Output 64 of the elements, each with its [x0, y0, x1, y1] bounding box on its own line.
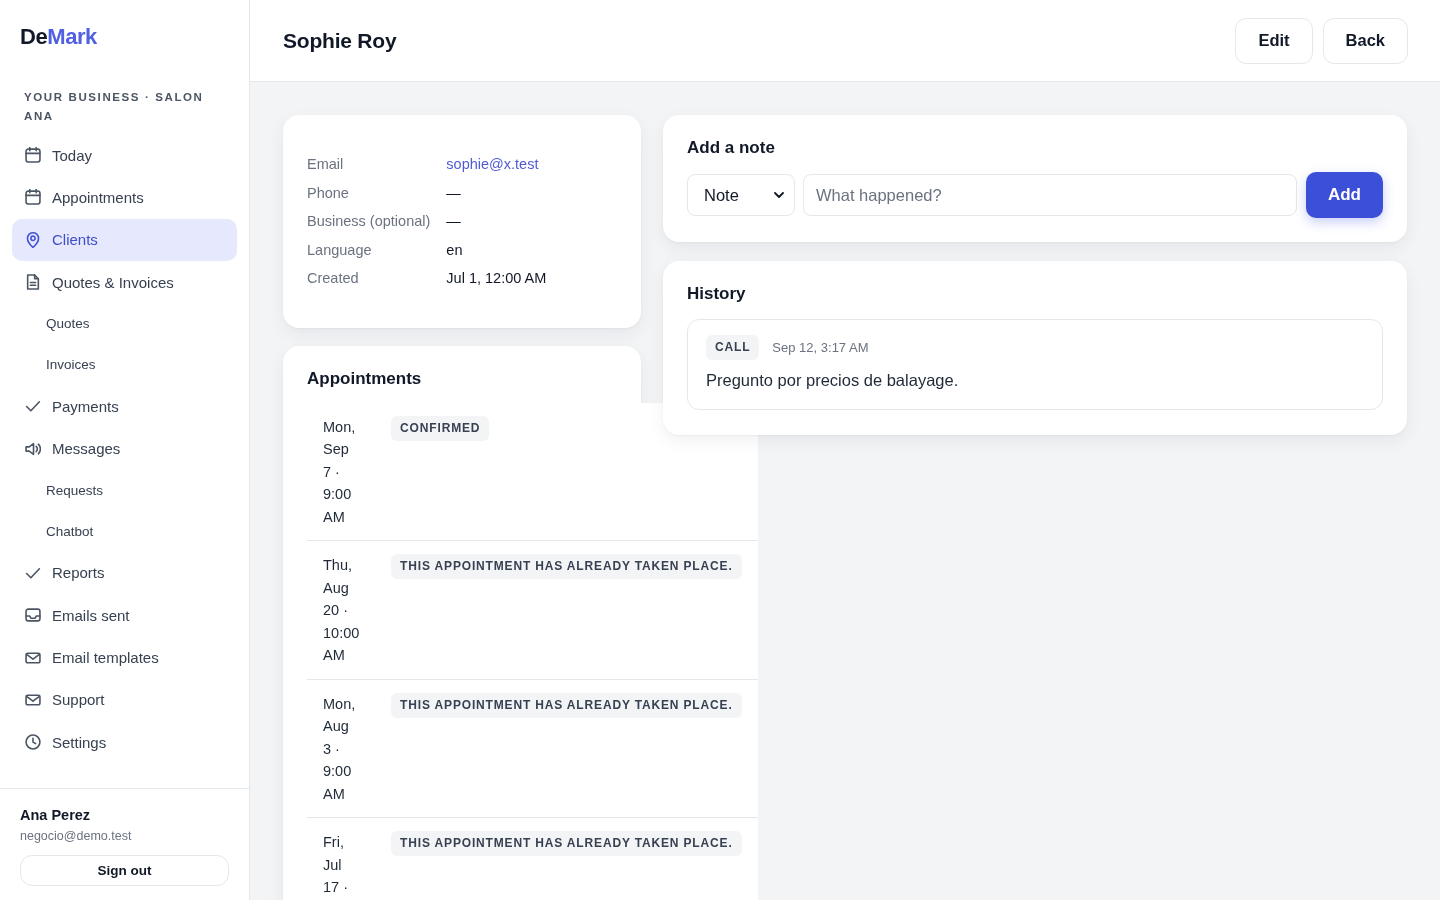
calendar-icon: [25, 147, 41, 164]
calendar-icon: [25, 189, 41, 206]
check-icon: [25, 398, 41, 415]
appointment-row[interactable]: Fri, Jul 17 · THIS APPOINTMENT HAS ALREADY TAKEN PLACE.: [307, 818, 758, 900]
nav-item[interactable]: Reports: [12, 551, 237, 595]
pin-icon: [25, 231, 41, 248]
field-label: Phone: [307, 183, 350, 203]
nav-item[interactable]: Payments: [12, 385, 237, 428]
status-badge: THIS APPOINTMENT HAS ALREADY TAKEN PLACE.: [391, 692, 742, 718]
add-button[interactable]: Add: [1305, 172, 1383, 218]
field-value: —: [446, 212, 461, 231]
sign-out-button[interactable]: Sign out: [20, 855, 229, 886]
nav-item[interactable]: Email templates: [12, 636, 237, 679]
clock-icon: [25, 734, 41, 751]
nav-subitem[interactable]: Invoices: [12, 344, 237, 386]
type-select[interactable]: Note: [687, 174, 795, 216]
field-label: Business (optional): [307, 212, 431, 231]
nav-item[interactable]: Appointments: [12, 176, 237, 219]
status-badge: THIS APPOINTMENT HAS ALREADY TAKEN PLACE.: [391, 831, 742, 856]
appointment-row[interactable]: Thu, Aug 20 · 10:00 AM THIS APPOINTMENT HAS ALREADY TAKEN PLACE.: [307, 541, 758, 680]
section-title: Appointments: [307, 367, 423, 390]
entry-text: Pregunto por precios de balayage.: [706, 370, 960, 391]
nav-item[interactable]: Quotes & Invoices: [12, 260, 237, 304]
document-icon: [25, 274, 41, 291]
nav-subitem[interactable]: Requests: [12, 469, 237, 511]
email-link[interactable]: sophie@x.test: [446, 150, 539, 179]
type-badge: CALL: [706, 335, 760, 360]
user-name: Ana Perez: [20, 806, 92, 825]
field-value: —: [446, 183, 461, 203]
nav-item[interactable]: Emails sent: [12, 594, 237, 637]
status-badge: THIS APPOINTMENT HAS ALREADY TAKEN PLACE.: [391, 554, 742, 579]
user-email: negocio@demo.test: [20, 828, 133, 844]
entry-time: Sep 12, 3:17 AM: [772, 340, 869, 355]
appointment-date: Thu, Aug 20 · 10:00 AM: [323, 556, 361, 665]
nav-subitem[interactable]: Chatbot: [12, 510, 237, 552]
field-label: Created: [307, 269, 360, 288]
edit-button[interactable]: Edit: [1235, 17, 1313, 64]
appointment-row[interactable]: Mon, Aug 3 · 9:00 AM THIS APPOINTMENT HAS ALREADY TAKEN PLACE.: [307, 679, 758, 818]
inbox-icon: [25, 607, 41, 624]
nav-item[interactable]: Settings: [12, 720, 237, 764]
business-name: YOUR BUSINESS · SALON ANA: [24, 90, 205, 124]
appointment-date: Mon, Sep 7 · 9:00 AM: [323, 417, 357, 527]
note-input[interactable]: What happened?: [803, 174, 1297, 216]
nav-item[interactable]: Messages: [12, 427, 237, 470]
nav-item[interactable]: Support: [12, 678, 237, 721]
field-label: Email: [307, 155, 345, 174]
field-value: en: [446, 240, 463, 260]
envelope-icon: [25, 649, 41, 666]
nav-item[interactable]: Clients: [12, 218, 237, 261]
appointment-date: Fri, Jul 17 ·: [323, 833, 349, 897]
nav-subitem[interactable]: Quotes: [12, 303, 237, 345]
speaker-icon: [25, 440, 41, 457]
nav-item[interactable]: Today: [12, 134, 237, 177]
back-button[interactable]: Back: [1322, 17, 1408, 64]
envelope-icon: [25, 691, 41, 708]
section-title: History: [687, 283, 747, 305]
caret-icon: [774, 192, 784, 198]
appointment-date: Mon, Aug 3 · 9:00 AM: [323, 694, 357, 804]
logo: DeMark: [20, 23, 97, 51]
page-title: Sophie Roy: [283, 28, 397, 53]
field-value: Jul 1, 12:00 AM: [446, 269, 547, 288]
status-badge: CONFIRMED: [391, 415, 490, 441]
section-title: Add a note: [687, 137, 776, 159]
field-label: Language: [307, 240, 373, 260]
